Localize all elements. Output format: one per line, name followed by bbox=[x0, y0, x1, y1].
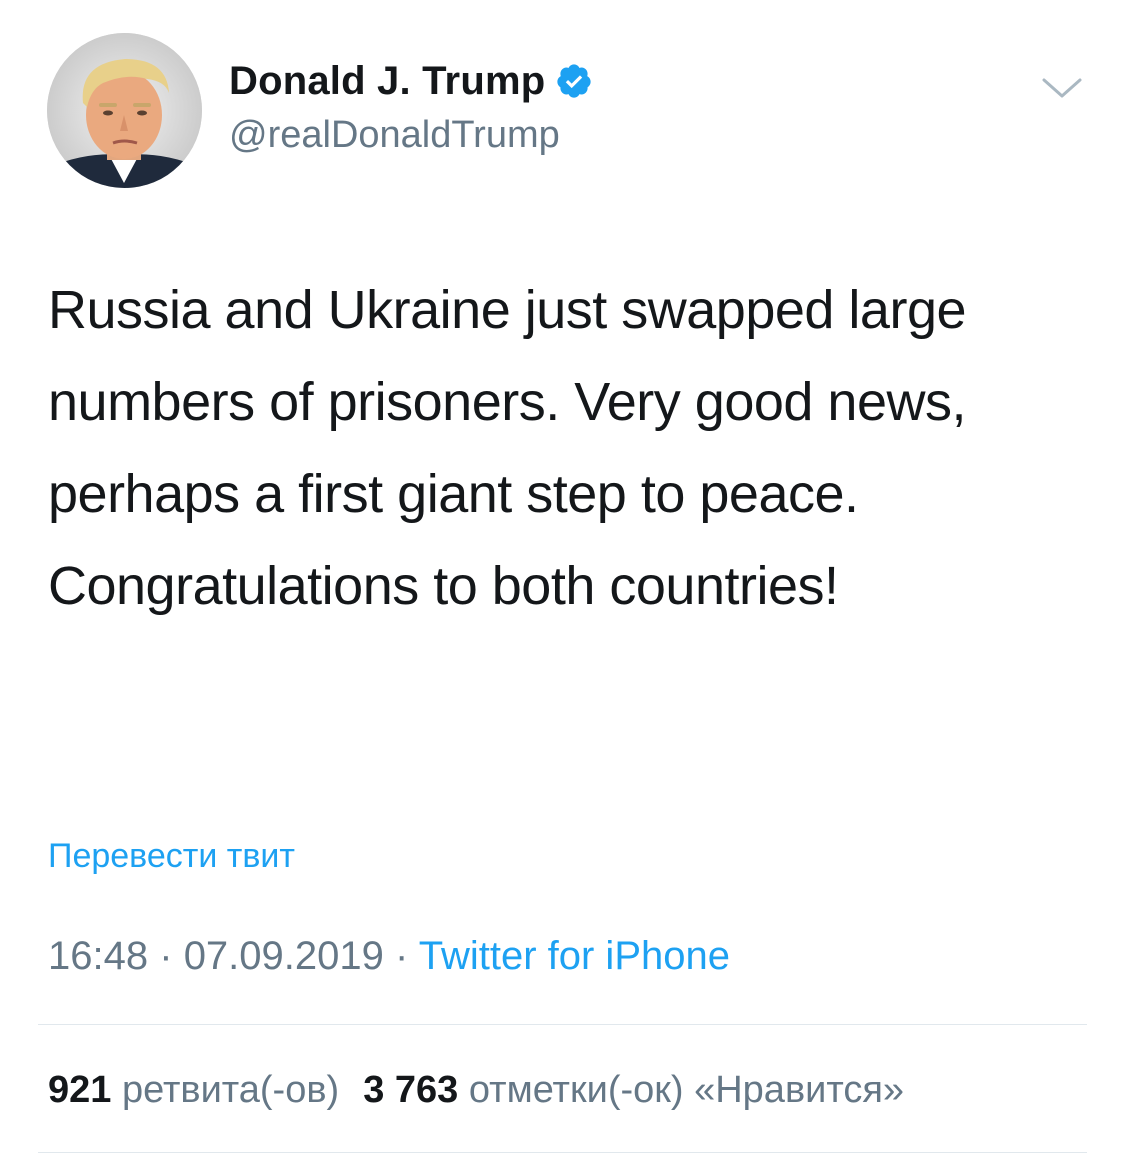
retweets-stat[interactable]: 921 ретвита(-ов) bbox=[48, 1069, 339, 1111]
author-name-row[interactable]: Donald J. Trump bbox=[229, 58, 593, 104]
retweets-label: ретвита(-ов) bbox=[121, 1069, 340, 1111]
translate-tweet-link[interactable]: Перевести твит bbox=[48, 834, 295, 878]
verified-badge-icon bbox=[557, 64, 591, 98]
retweets-count: 921 bbox=[48, 1069, 112, 1111]
tweet-source-link[interactable]: Twitter for iPhone bbox=[419, 934, 730, 978]
meta-separator: · bbox=[395, 934, 409, 978]
tweet-stats: 921 ретвита(-ов) 3 763 отметки(-ок) «Нрав… bbox=[48, 1064, 904, 1116]
chevron-down-icon[interactable] bbox=[1040, 72, 1084, 102]
author-display-name[interactable]: Donald J. Trump bbox=[229, 58, 545, 104]
likes-stat[interactable]: 3 763 отметки(-ок) «Нравится» bbox=[363, 1069, 904, 1111]
divider bbox=[38, 1152, 1087, 1153]
meta-separator: · bbox=[159, 934, 173, 978]
likes-label: отметки(-ок) «Нравится» bbox=[468, 1069, 905, 1111]
tweet-text: Russia and Ukraine just swapped large nu… bbox=[48, 280, 967, 616]
tweet-meta: 16:48 · 07.09.2019 · Twitter for iPhone bbox=[48, 930, 730, 982]
divider bbox=[38, 1024, 1087, 1025]
tweet-time[interactable]: 16:48 bbox=[48, 934, 148, 978]
likes-count: 3 763 bbox=[363, 1069, 459, 1111]
author-handle[interactable]: @realDonaldTrump bbox=[229, 112, 560, 158]
tweet-date[interactable]: 07.09.2019 bbox=[184, 934, 384, 978]
avatar[interactable] bbox=[47, 33, 202, 188]
